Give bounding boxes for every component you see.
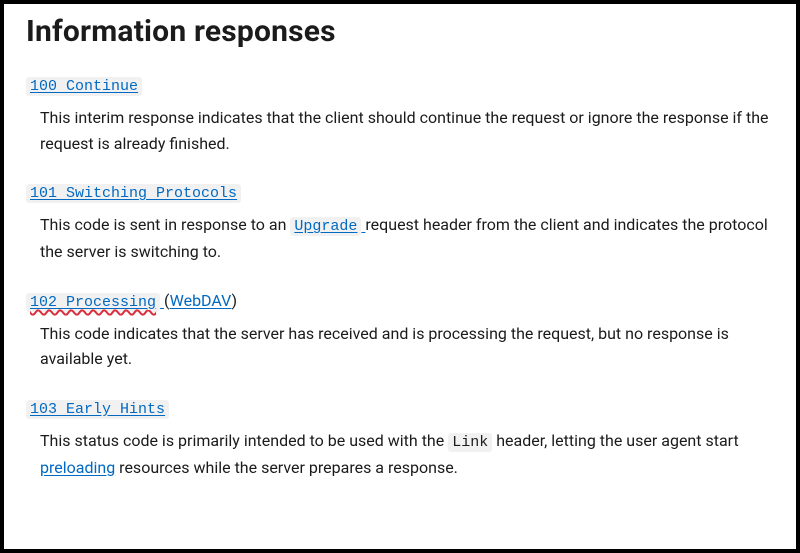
inline-link[interactable]: preloading [40, 458, 115, 477]
status-code-link[interactable]: 101 Switching Protocols [26, 182, 241, 201]
desc-text: This code is sent in response to an [40, 215, 290, 234]
status-code-label-deprecated: 102 Processing [26, 293, 160, 312]
status-code-label: 101 Switching Protocols [26, 184, 241, 203]
extra-link[interactable]: WebDAV [170, 291, 232, 310]
status-term: 101 Switching Protocols [26, 182, 774, 202]
status-code-link[interactable]: 103 Early Hints [26, 398, 169, 417]
desc-text: resources while the server prepares a re… [119, 458, 458, 477]
status-code-link[interactable]: 100 Continue [26, 75, 142, 94]
status-description: This code indicates that the server has … [40, 321, 774, 372]
status-description: This code is sent in response to an Upgr… [40, 212, 774, 265]
status-code-label: 103 Early Hints [26, 400, 169, 419]
inline-code-link[interactable]: Upgrade [290, 215, 365, 234]
document-frame: Information responses 100 Continue This … [0, 0, 800, 553]
desc-text: This status code is primarily intended t… [40, 431, 448, 450]
section-heading: Information responses [26, 14, 774, 49]
status-code-link[interactable]: 102 Processing [26, 291, 164, 310]
desc-text: This interim response indicates that the… [40, 108, 769, 153]
inline-code: Upgrade [290, 217, 361, 236]
desc-text: This code indicates that the server has … [40, 324, 729, 369]
status-list: 100 Continue This interim response indic… [26, 75, 774, 481]
paren-close: ) [231, 291, 237, 310]
status-description: This interim response indicates that the… [40, 105, 774, 156]
status-term: 102 Processing (WebDAV) [26, 291, 774, 311]
status-term: 103 Early Hints [26, 398, 774, 418]
status-code-label: 100 Continue [26, 77, 142, 96]
inline-code: Link [448, 433, 492, 452]
status-description: This status code is primarily intended t… [40, 428, 774, 481]
status-term: 100 Continue [26, 75, 774, 95]
desc-text: header, letting the user agent start [496, 431, 739, 450]
